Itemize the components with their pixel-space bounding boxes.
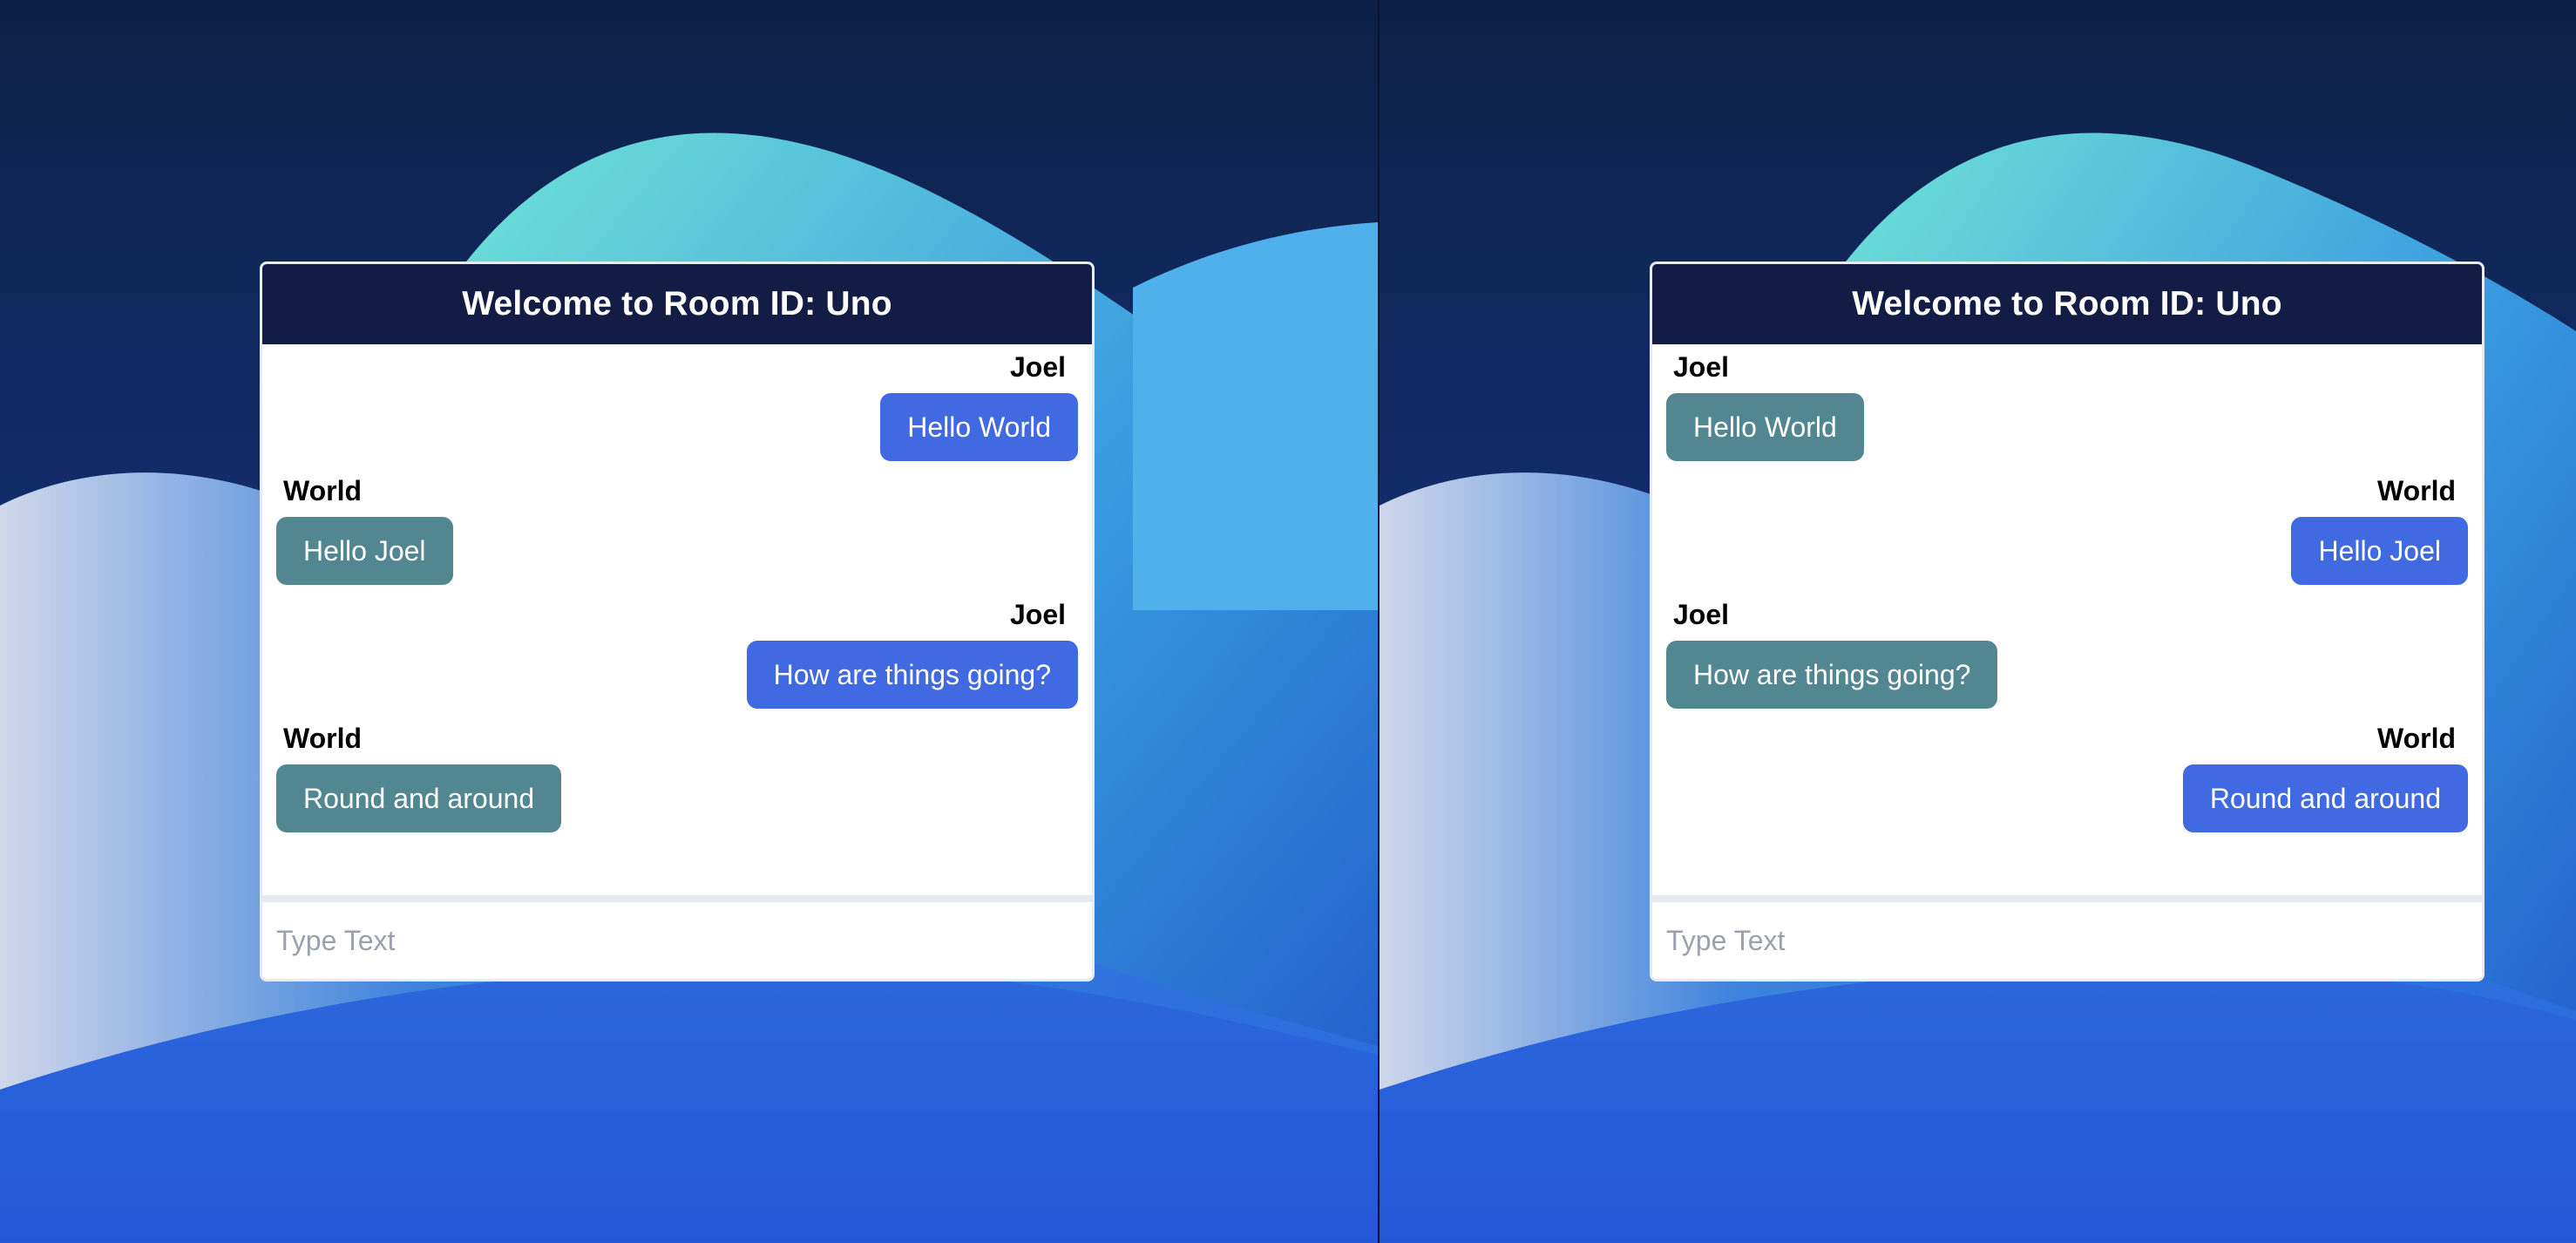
message-item: World Hello Joel (276, 473, 1078, 585)
message-bubble: Round and around (276, 764, 562, 832)
message-bubble: Hello World (880, 393, 1078, 461)
message-composer (262, 895, 1092, 979)
message-input[interactable] (1652, 902, 2482, 979)
message-list: Joel Hello World World Hello Joel Joel H… (1652, 344, 2482, 895)
message-sender: Joel (1009, 599, 1066, 630)
message-sender: World (283, 723, 363, 754)
room-title: Welcome to Room ID: Uno (1652, 264, 2482, 344)
chat-window: Welcome to Room ID: Uno Joel Hello World… (260, 262, 1095, 981)
message-bubble: Round and around (2182, 764, 2468, 832)
message-item: Joel How are things going? (276, 597, 1078, 709)
screen: Welcome to Room ID: Uno Joel Hello World… (0, 0, 2576, 1243)
message-bubble: Hello Joel (276, 517, 453, 585)
right-desktop-pane: Welcome to Room ID: Uno Joel Hello World… (1380, 0, 2576, 1243)
message-sender: World (2376, 723, 2456, 754)
message-bubble: Hello World (1666, 393, 1864, 461)
chat-window: Welcome to Room ID: Uno Joel Hello World… (1650, 262, 2484, 981)
room-title: Welcome to Room ID: Uno (262, 264, 1092, 344)
message-item: World Hello Joel (1666, 473, 2468, 585)
left-desktop-pane: Welcome to Room ID: Uno Joel Hello World… (0, 0, 1378, 1243)
message-sender: World (2376, 475, 2456, 506)
message-bubble: Hello Joel (2291, 517, 2468, 585)
message-bubble: How are things going? (1666, 641, 1998, 709)
message-item: Joel Hello World (1666, 350, 2468, 461)
message-composer (1652, 895, 2482, 979)
message-item: World Round and around (276, 721, 1078, 832)
message-input[interactable] (262, 902, 1092, 979)
message-sender: Joel (1673, 599, 1730, 630)
message-sender: Joel (1673, 351, 1730, 383)
message-item: Joel Hello World (276, 350, 1078, 461)
message-item: World Round and around (1666, 721, 2468, 832)
message-bubble: How are things going? (746, 641, 1078, 709)
message-item: Joel How are things going? (1666, 597, 2468, 709)
message-sender: World (283, 475, 363, 506)
message-sender: Joel (1009, 351, 1066, 383)
message-list: Joel Hello World World Hello Joel Joel H… (262, 344, 1092, 895)
